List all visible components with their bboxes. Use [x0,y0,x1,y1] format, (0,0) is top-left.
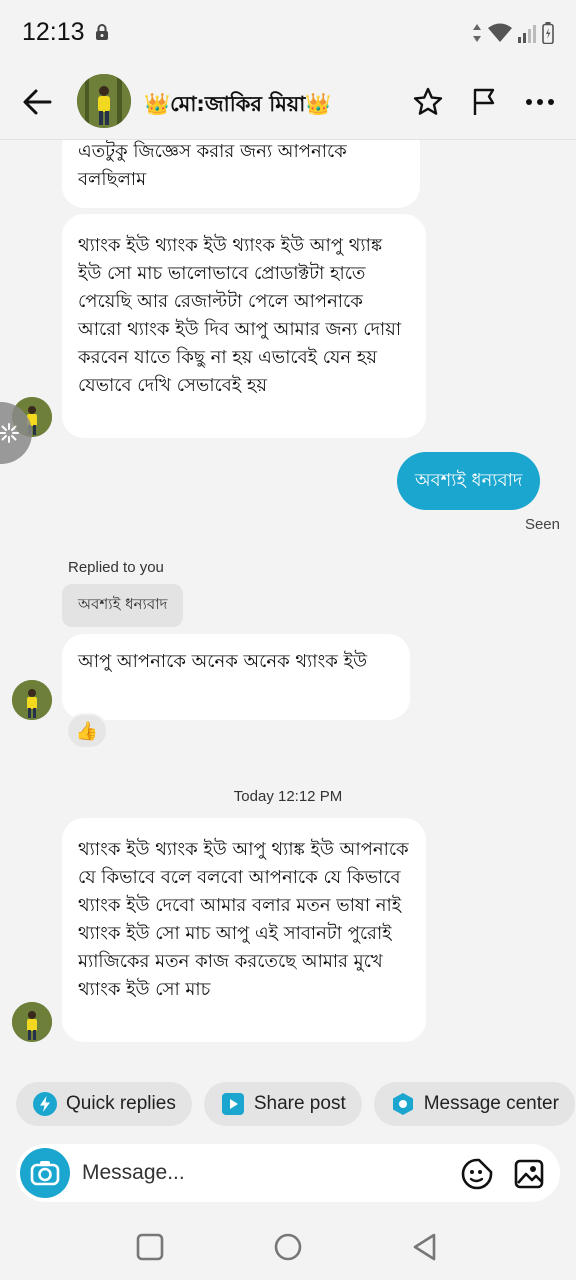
favorite-button[interactable] [412,86,444,118]
more-horizontal-icon [526,99,554,105]
replied-quote[interactable]: অবশ্যই ধন্যবাদ [62,584,184,627]
star-icon [413,87,443,115]
play-square-icon [220,1091,246,1117]
message-center-button[interactable]: Message center [373,1082,575,1126]
message-bubble-incoming[interactable]: আপু আপনাকে অনেক অনেক থ্যাংক ইউ [62,634,410,720]
square-icon [136,1233,164,1261]
system-nav-bar [0,1210,576,1280]
replied-label: Replied to you [68,559,164,576]
image-icon [514,1159,544,1189]
message-bubble-incoming[interactable]: এতটুকু জিজ্ঞেস করার জন্য আপনাকে বলছিলাম [62,140,420,208]
sparkle-icon [0,423,19,443]
back-nav-button[interactable] [410,1232,440,1262]
back-button[interactable] [20,84,56,120]
share-post-button[interactable]: Share post [203,1082,362,1126]
more-options-button[interactable] [524,86,556,118]
sticker-button[interactable] [460,1157,494,1191]
battery-icon [542,22,554,48]
gallery-button[interactable] [512,1157,546,1191]
contact-name[interactable]: 👑মো:জাকির মিয়া👑 [144,88,332,123]
avatar[interactable] [77,74,131,128]
status-bar: 12:13 [0,0,576,66]
reaction-badge[interactable]: 👍 [66,713,108,749]
camera-button[interactable] [20,1148,70,1198]
message-center-label: Message center [423,1093,559,1114]
quick-replies-button[interactable]: Quick replies [16,1082,192,1126]
quick-actions-bar: Quick replies Share post Message center [16,1082,575,1126]
signal-icon [518,23,536,47]
chat-header: 👑মো:জাকির মিয়া👑 [0,66,576,140]
camera-icon [30,1161,60,1186]
status-time: 12:13 [22,18,85,46]
message-input[interactable] [82,1144,442,1202]
message-bubble-incoming[interactable]: থ্যাংক ইউ থ্যাংক ইউ থ্যাংক ইউ আপু থ্যাঙ্… [62,214,426,438]
message-composer [16,1144,560,1202]
share-post-label: Share post [253,1093,346,1114]
quick-replies-label: Quick replies [66,1093,176,1114]
lock-icon [95,23,109,45]
sender-avatar[interactable] [12,680,52,720]
sticker-icon [461,1158,493,1190]
hexagon-icon [390,1091,416,1117]
message-thread[interactable]: এতটুকু জিজ্ঞেস করার জন্য আপনাকে বলছিলাম … [0,140,576,1070]
seen-indicator: Seen [524,516,560,533]
triangle-back-icon [413,1233,436,1261]
wifi-icon [488,23,512,47]
sender-avatar[interactable] [12,1002,52,1042]
flag-button[interactable] [468,86,500,118]
flag-icon [473,88,495,115]
arrow-left-icon [23,89,52,115]
thumbs-up-icon: 👍 [75,720,99,742]
message-bubble-incoming[interactable]: থ্যাংক ইউ থ্যাংক ইউ আপু থ্যাঙ্ক ইউ আপনাক… [62,818,426,1042]
home-button[interactable] [273,1232,303,1262]
recents-button[interactable] [135,1232,165,1262]
date-separator: Today 12:12 PM [233,788,343,805]
message-bubble-outgoing[interactable]: অবশ্যই ধন্যবাদ [397,452,541,510]
data-arrows-icon [472,23,482,47]
circle-icon [274,1233,302,1261]
lightning-icon [32,1091,58,1117]
